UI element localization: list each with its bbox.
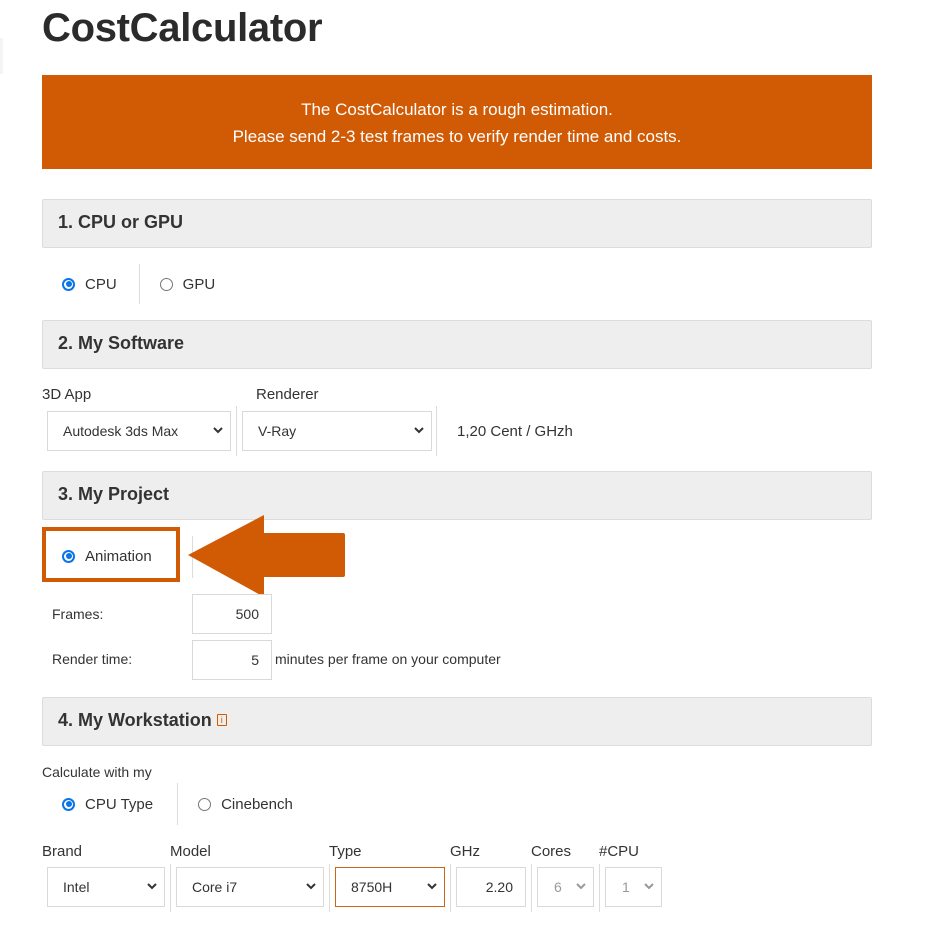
3d-app-label: 3D App <box>42 386 92 403</box>
notice-line-2: Please send 2-3 test frames to verify re… <box>232 127 682 146</box>
radio-label: CPU Type <box>85 795 154 813</box>
ghz-label: GHz <box>450 843 480 860</box>
section-title: 2. My Software <box>58 333 185 353</box>
model-select[interactable]: Core i7 <box>176 867 324 907</box>
select-value: 1 <box>622 879 630 895</box>
radio-button[interactable] <box>62 549 75 563</box>
divider <box>329 864 330 912</box>
render-time-label: Render time: <box>52 651 133 667</box>
section-header-software: 2. My Software <box>42 320 872 369</box>
divider <box>236 406 237 456</box>
divider <box>177 783 179 825</box>
page-title: CostCalculator <box>42 6 323 50</box>
radio-button[interactable] <box>198 797 212 811</box>
cpu-count-label: #CPU <box>599 843 640 860</box>
chevron-down-icon <box>576 883 586 890</box>
chevron-down-icon <box>213 427 223 434</box>
divider <box>531 864 532 912</box>
select-value: Intel <box>63 879 90 895</box>
divider <box>599 864 600 912</box>
select-value: 8750H <box>351 879 393 895</box>
price-per-ghzh: 1,20 Cent / GHzh <box>457 423 573 440</box>
radio-label: CPU <box>85 275 117 293</box>
cores-label: Cores <box>531 843 572 860</box>
radio-button[interactable] <box>62 277 75 291</box>
section-header-cpu-or-gpu: 1. CPU or GPU <box>42 199 872 248</box>
divider <box>170 864 171 912</box>
model-label: Model <box>170 843 211 860</box>
radio-cpu-type[interactable]: CPU Type <box>62 796 153 813</box>
section-header-project: 3. My Project <box>42 471 872 520</box>
cpu-gpu-radio-group: CPU GPU <box>62 264 215 304</box>
section-header-workstation: 4. My Workstation i <box>42 697 872 746</box>
radio-label: Animation <box>85 547 152 565</box>
notice-line-1: The CostCalculator is a rough estimation… <box>301 100 613 119</box>
renderer-select[interactable]: V-Ray <box>242 411 432 451</box>
render-time-input[interactable]: 5 <box>192 640 272 680</box>
select-value: Autodesk 3ds Max <box>63 423 179 439</box>
brand-select[interactable]: Intel <box>47 867 165 907</box>
radio-button[interactable] <box>159 277 173 291</box>
section-title: 4. My Workstation <box>58 710 212 730</box>
radio-gpu[interactable]: GPU <box>159 275 216 293</box>
project-mode-radio-group: Animation <box>62 536 152 576</box>
arrow-annotation-icon <box>188 515 345 597</box>
brand-label: Brand <box>42 843 83 860</box>
select-value: Core i7 <box>192 879 238 895</box>
chevron-down-icon <box>147 883 157 890</box>
radio-animation[interactable]: Animation <box>62 548 152 565</box>
divider <box>436 406 437 456</box>
notice-banner: The CostCalculator is a rough estimation… <box>42 75 872 169</box>
radio-cpu[interactable]: CPU <box>62 276 117 293</box>
3d-app-select[interactable]: Autodesk 3ds Max <box>47 411 231 451</box>
frames-label: Frames: <box>52 606 104 622</box>
frames-input[interactable]: 500 <box>192 594 272 634</box>
calculate-with-label: Calculate with my <box>42 764 152 780</box>
radio-button[interactable] <box>62 797 75 811</box>
radio-label: Cinebench <box>221 795 293 813</box>
render-time-suffix: minutes per frame on your computer <box>275 651 501 667</box>
radio-cinebench[interactable]: Cinebench <box>198 796 293 813</box>
select-value: V-Ray <box>258 423 297 439</box>
renderer-label: Renderer <box>256 386 319 403</box>
chevron-down-icon <box>427 883 437 890</box>
chevron-down-icon <box>414 427 424 434</box>
cores-select[interactable]: 6 <box>537 867 594 907</box>
ghz-input[interactable]: 2.20 <box>456 867 526 907</box>
chevron-down-icon <box>644 883 654 890</box>
info-icon[interactable]: i <box>216 714 227 726</box>
radio-label: GPU <box>182 275 216 293</box>
cpu-count-select[interactable]: 1 <box>605 867 662 907</box>
type-label: Type <box>329 843 362 860</box>
type-select[interactable]: 8750H <box>335 867 445 907</box>
divider <box>450 864 451 912</box>
divider <box>138 264 140 304</box>
calculate-with-radio-group: CPU Type Cinebench <box>62 783 293 825</box>
left-edge-decoration <box>0 38 3 74</box>
chevron-down-icon <box>306 883 316 890</box>
section-title: 1. CPU or GPU <box>58 212 184 232</box>
select-value: 6 <box>554 879 562 895</box>
section-title: 3. My Project <box>58 484 170 504</box>
